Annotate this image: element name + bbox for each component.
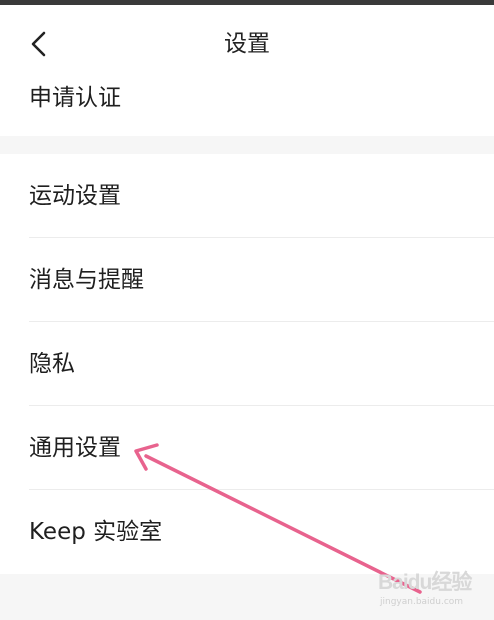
settings-item-apply-verification[interactable]: 申请认证 <box>0 78 494 136</box>
settings-list: 运动设置 消息与提醒 隐私 通用设置 Keep 实验室 <box>0 154 494 574</box>
back-button[interactable] <box>20 25 60 65</box>
settings-item-general[interactable]: 通用设置 <box>0 406 494 490</box>
chevron-left-icon <box>20 25 60 65</box>
settings-item-notifications[interactable]: 消息与提醒 <box>0 238 494 322</box>
section-divider <box>0 574 494 620</box>
page-title: 设置 <box>224 31 270 57</box>
settings-item-sport[interactable]: 运动设置 <box>0 154 494 238</box>
settings-item-keep-lab[interactable]: Keep 实验室 <box>0 490 494 574</box>
top-bar: 设置 <box>0 5 494 83</box>
settings-item-label: 通用设置 <box>29 435 121 461</box>
settings-item-label: 消息与提醒 <box>29 267 144 293</box>
settings-item-label: 运动设置 <box>29 183 121 209</box>
section-divider <box>0 136 494 154</box>
settings-item-label: Keep 实验室 <box>29 519 163 545</box>
settings-item-label: 申请认证 <box>29 85 121 111</box>
settings-item-privacy[interactable]: 隐私 <box>0 322 494 406</box>
settings-item-label: 隐私 <box>29 351 75 377</box>
